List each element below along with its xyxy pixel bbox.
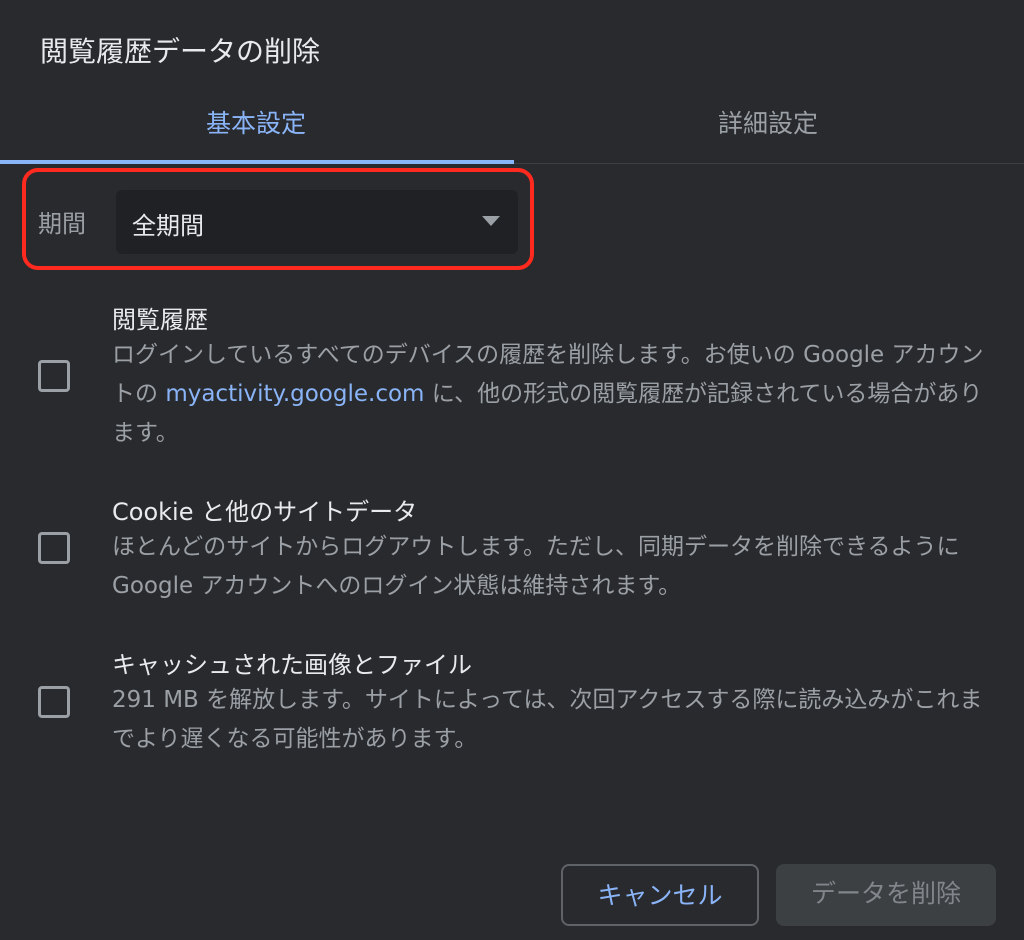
browsing-history-description: ログインしているすべてのデバイスの履歴を削除します。お使いの Google アカ… [112,336,992,453]
browsing-history-checkbox[interactable] [38,360,70,392]
active-tab-indicator [0,160,514,164]
tab-basic[interactable]: 基本設定 [0,90,512,164]
cookies-description: ほとんどのサイトからログアウトします。ただし、同期データを削除できるように Go… [112,534,960,599]
cache-description: 291 MB を解放します。サイトによっては、次回アクセスする際に読み込みがこれ… [112,687,983,752]
period-select[interactable]: 全期間 [116,190,518,254]
period-label: 期間 [38,210,86,238]
cancel-button[interactable]: キャンセル [561,864,759,926]
dialog-title: 閲覧履歴データの削除 [40,35,321,68]
cache-checkbox[interactable] [38,686,70,718]
delete-data-button[interactable]: データを削除 [776,864,996,926]
cookies-title: Cookie と他のサイトデータ [112,498,418,526]
browsing-history-title: 閲覧履歴 [112,306,208,334]
clear-browsing-data-dialog: 閲覧履歴データの削除 基本設定 詳細設定 期間 全期間 閲覧履歴 ログインしてい… [0,0,1024,940]
cookies-checkbox[interactable] [38,532,70,564]
tab-advanced[interactable]: 詳細設定 [512,90,1024,164]
myactivity-link[interactable]: myactivity.google.com [165,381,424,407]
dropdown-arrow-icon [482,216,500,226]
cache-title: キャッシュされた画像とファイル [112,651,472,679]
tab-bar: 基本設定 詳細設定 [0,90,1024,164]
period-selected-value: 全期間 [132,212,204,240]
